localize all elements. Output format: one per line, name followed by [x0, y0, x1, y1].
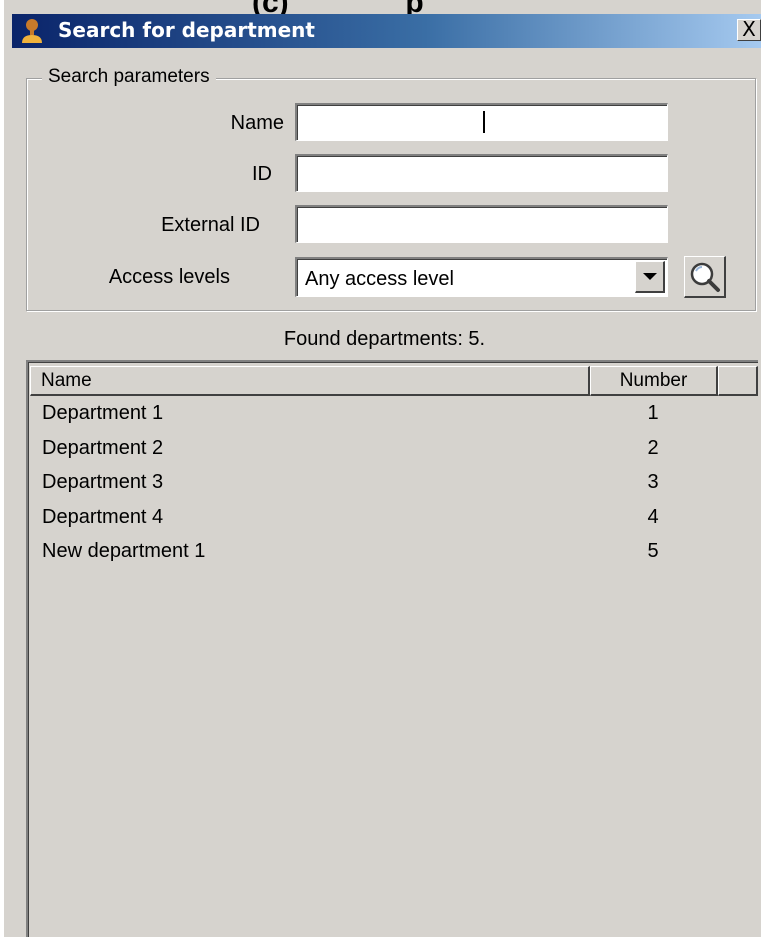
- list-item-number: 5: [647, 540, 659, 562]
- list-item-number: 3: [647, 471, 659, 493]
- column-header-number[interactable]: Number: [590, 366, 718, 396]
- list-item[interactable]: New department 1: [42, 540, 205, 563]
- list-item[interactable]: Department 3: [42, 471, 163, 494]
- id-label: ID: [252, 163, 272, 185]
- magnifier-icon: [690, 262, 720, 292]
- window-title: Search for department: [58, 18, 315, 42]
- dropdown-arrow-icon[interactable]: [635, 261, 665, 293]
- external-id-label: External ID: [161, 214, 260, 236]
- list-item[interactable]: Department 2: [42, 437, 163, 460]
- access-levels-selected: Any access level: [305, 268, 454, 290]
- list-item[interactable]: Department 1: [42, 402, 163, 425]
- text-caret: [483, 111, 485, 133]
- access-levels-label: Access levels: [108, 266, 230, 288]
- column-header-name[interactable]: Name: [30, 366, 590, 396]
- access-levels-select[interactable]: Any access level: [295, 257, 668, 297]
- user-icon: [22, 19, 42, 43]
- external-id-input[interactable]: [295, 205, 668, 243]
- column-header-filler: [718, 366, 758, 396]
- close-button[interactable]: X: [737, 19, 761, 41]
- id-input[interactable]: [295, 154, 668, 192]
- column-header-name-label: Name: [41, 370, 92, 391]
- dialog-window: (c) p Search for department X Search par…: [0, 0, 761, 937]
- list-item[interactable]: Department 4: [42, 506, 163, 529]
- search-button[interactable]: [684, 256, 726, 298]
- found-count: Found departments: 5.: [283, 328, 486, 350]
- column-header-number-label: Number: [619, 370, 688, 391]
- title-bar: Search for department X: [12, 14, 761, 48]
- list-item-number: 1: [647, 402, 659, 424]
- list-item-number: 4: [647, 506, 659, 528]
- name-input[interactable]: [295, 103, 668, 141]
- search-parameters-legend: Search parameters: [42, 66, 216, 88]
- list-item-number: 2: [647, 437, 659, 459]
- name-label: Name: [230, 112, 284, 134]
